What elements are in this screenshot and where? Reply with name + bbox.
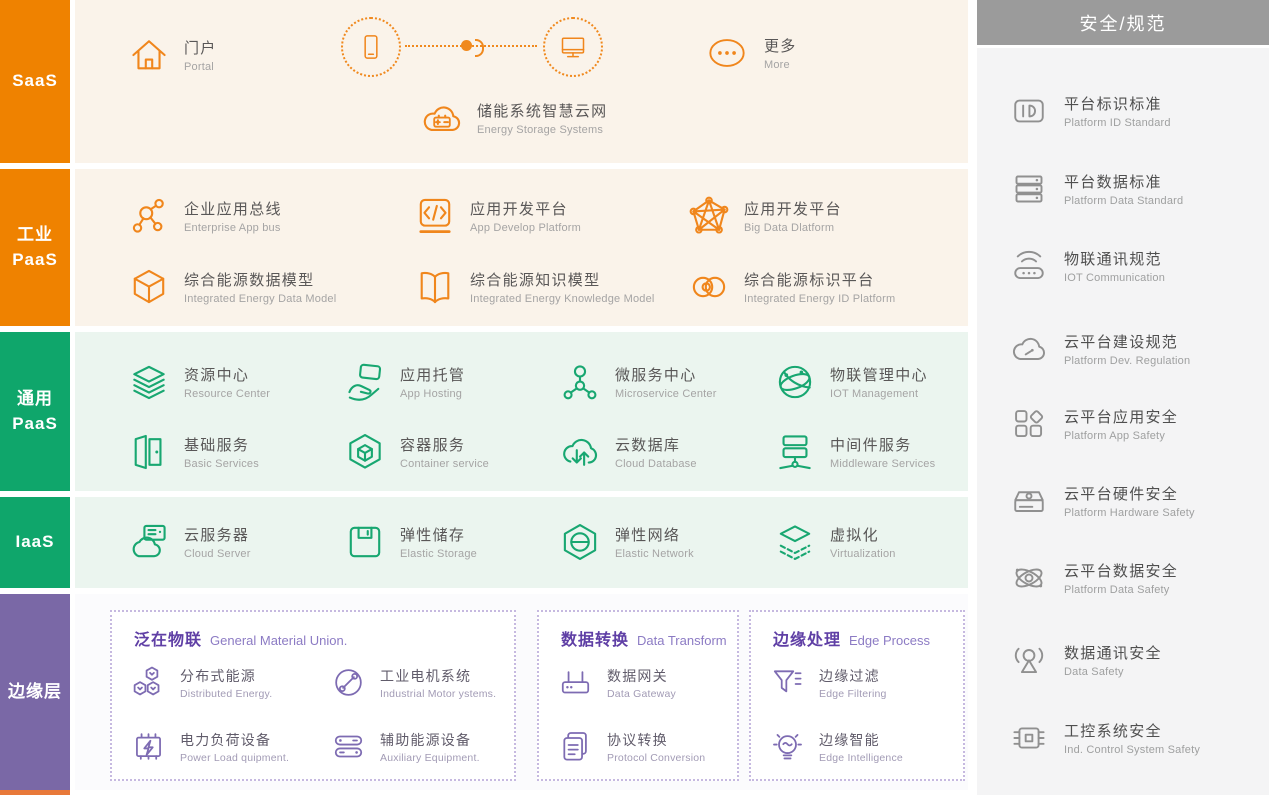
rail-bottom-strip — [0, 790, 70, 795]
item-app-hosting: 应用托管App Hosting — [343, 360, 465, 404]
item-enterprise-app-bus: 企业应用总线Enterprise App bus — [127, 194, 282, 238]
globe-icon — [773, 360, 817, 404]
open-book-icon — [413, 265, 457, 309]
cloud-icon — [1009, 329, 1049, 369]
item-distributed-energy: 分布式能源Distributed Energy. — [130, 664, 272, 701]
layer-row-edge: 泛在物联General Material Union. 分布式能源Distrib… — [75, 594, 968, 790]
hard-drive-icon — [1009, 481, 1049, 521]
item-elastic-network: 弹性网络Elastic Network — [558, 520, 694, 564]
item-iot-management: 物联管理中心IOT Management — [773, 360, 928, 404]
item-platform-hardware-safety: 云平台硬件安全Platform Hardware Safety — [1009, 481, 1195, 521]
cloud-server-icon — [127, 520, 171, 564]
item-protocol-conversion: 协议转换Protocol Conversion — [557, 728, 705, 765]
server-node-icon — [773, 430, 817, 474]
edge-group-title: 边缘处理Edge Process — [773, 626, 930, 650]
item-industrial-control-safety: 工控系统安全Ind. Control System Safety — [1009, 718, 1200, 758]
app-grid-icon — [1009, 404, 1049, 444]
item-more: 更多More — [703, 33, 797, 73]
item-platform-id-standard: 平台标识标准Platform ID Standard — [1009, 91, 1171, 131]
item-cloud-database: 云数据库Cloud Database — [558, 430, 697, 474]
home-icon — [127, 33, 171, 77]
item-platform-data-safety: 云平台数据安全Platform Data Safety — [1009, 558, 1178, 598]
item-iot-communication: 物联通讯规范IOT Communication — [1009, 246, 1165, 286]
security-panel-header: 安全/规范 — [977, 0, 1269, 45]
hexagon-cube-icon — [343, 430, 387, 474]
item-edge-intelligence: 边缘智能Edge Intelligence — [769, 728, 903, 765]
molecule-icon — [127, 194, 171, 238]
lightbulb-icon — [769, 728, 806, 765]
item-energy-storage: 储能系统智慧云网Energy Storage Systems — [420, 96, 607, 140]
stacked-layers-icon — [773, 520, 817, 564]
item-container-service: 容器服务Container service — [343, 430, 489, 474]
code-window-icon — [413, 194, 457, 238]
link-dot — [461, 40, 472, 51]
item-resource-center: 资源中心Resource Center — [127, 360, 270, 404]
hexagon-theta-icon — [558, 520, 602, 564]
power-load-icon — [130, 728, 167, 765]
wifi-router-icon — [1009, 246, 1049, 286]
layers-icon — [127, 360, 171, 404]
smartphone-icon — [341, 17, 401, 77]
hexagons-icon — [130, 664, 167, 701]
item-platform-dev-regulation: 云平台建设规范Platform Dev. Regulation — [1009, 329, 1190, 369]
item-app-develop-platform: 应用开发平台App Develop Platform — [413, 194, 581, 238]
edge-group-edge-process: 边缘处理Edge Process 边缘过滤Edge Filtering 边缘智能… — [749, 610, 965, 781]
item-data-comm-safety: 数据通讯安全Data Safety — [1009, 640, 1162, 680]
item-cloud-server: 云服务器Cloud Server — [127, 520, 251, 564]
item-big-data-platform: 应用开发平台Big Data Dlatform — [687, 194, 842, 238]
atom-icon — [1009, 558, 1049, 598]
item-platform-app-safety: 云平台应用安全Platform App Safety — [1009, 404, 1178, 444]
item-basic-services: 基础服务Basic Services — [127, 430, 259, 474]
floppy-icon — [343, 520, 387, 564]
edge-group-title: 泛在物联General Material Union. — [134, 626, 347, 650]
router-icon — [557, 664, 594, 701]
capsules-icon — [330, 728, 367, 765]
rail-edge-layer: 边缘层 — [0, 594, 70, 790]
layer-row-industrial-paas: 企业应用总线Enterprise App bus 应用开发平台App Devel… — [75, 169, 968, 326]
network-graph-icon — [687, 194, 731, 238]
broadcast-icon — [1009, 640, 1049, 680]
edge-group-data-transform: 数据转换Data Transform 数据网关Data Gateway 协议转换… — [537, 610, 739, 781]
door-icon — [127, 430, 171, 474]
item-industrial-motor: 工业电机系统Industrial Motor ystems. — [330, 664, 496, 701]
cube-icon — [127, 265, 171, 309]
item-auxiliary-equipment: 辅助能源设备Auxiliary Equipment. — [330, 728, 480, 765]
id-badge-icon — [1009, 91, 1049, 131]
layer-row-saas: 门户Portal 储能系统智慧云网Energy Storage Systems … — [75, 0, 968, 163]
item-energy-id-platform: 综合能源标识平台Integrated Energy ID Platform — [687, 265, 895, 309]
item-platform-data-standard: 平台数据标准Platform Data Standard — [1009, 169, 1183, 209]
edge-group-title: 数据转换Data Transform — [561, 626, 727, 650]
linked-rings-icon — [687, 265, 731, 309]
rail-iaas: IaaS — [0, 497, 70, 588]
rail-saas: SaaS — [0, 0, 70, 163]
motor-link-icon — [330, 664, 367, 701]
item-data-gateway: 数据网关Data Gateway — [557, 664, 676, 701]
item-elastic-storage: 弹性储存Elastic Storage — [343, 520, 477, 564]
layer-row-general-paas: 资源中心Resource Center 应用托管App Hosting 微服务中… — [75, 332, 968, 491]
link-arc — [475, 39, 484, 57]
cloud-battery-icon — [420, 96, 464, 140]
rail-general-paas: 通用PaaS — [0, 332, 70, 491]
item-portal: 门户Portal — [127, 33, 217, 77]
microservice-nodes-icon — [558, 360, 602, 404]
cloud-arrows-icon — [558, 430, 602, 474]
item-energy-data-model: 综合能源数据模型Integrated Energy Data Model — [127, 265, 336, 309]
item-microservice-center: 微服务中心Microservice Center — [558, 360, 717, 404]
server-stack-icon — [1009, 169, 1049, 209]
edge-group-material-union: 泛在物联General Material Union. 分布式能源Distrib… — [110, 610, 516, 781]
chip-icon — [1009, 718, 1049, 758]
item-energy-knowledge-model: 综合能源知识模型Integrated Energy Knowledge Mode… — [413, 265, 655, 309]
monitor-icon — [543, 17, 603, 77]
rail-industrial-paas: 工业PaaS — [0, 169, 70, 326]
documents-icon — [557, 728, 594, 765]
hand-hosting-icon — [343, 360, 387, 404]
item-edge-filtering: 边缘过滤Edge Filtering — [769, 664, 887, 701]
layer-row-iaas: 云服务器Cloud Server 弹性储存Elastic Storage 弹性网… — [75, 497, 968, 588]
item-middleware-services: 中间件服务Middleware Services — [773, 430, 935, 474]
security-panel: 平台标识标准Platform ID Standard 平台数据标准Platfor… — [977, 48, 1269, 795]
item-virtualization: 虚拟化Virtualization — [773, 520, 896, 564]
ellipsis-icon — [703, 33, 751, 73]
funnel-icon — [769, 664, 806, 701]
item-power-load: 电力负荷设备Power Load quipment. — [130, 728, 289, 765]
